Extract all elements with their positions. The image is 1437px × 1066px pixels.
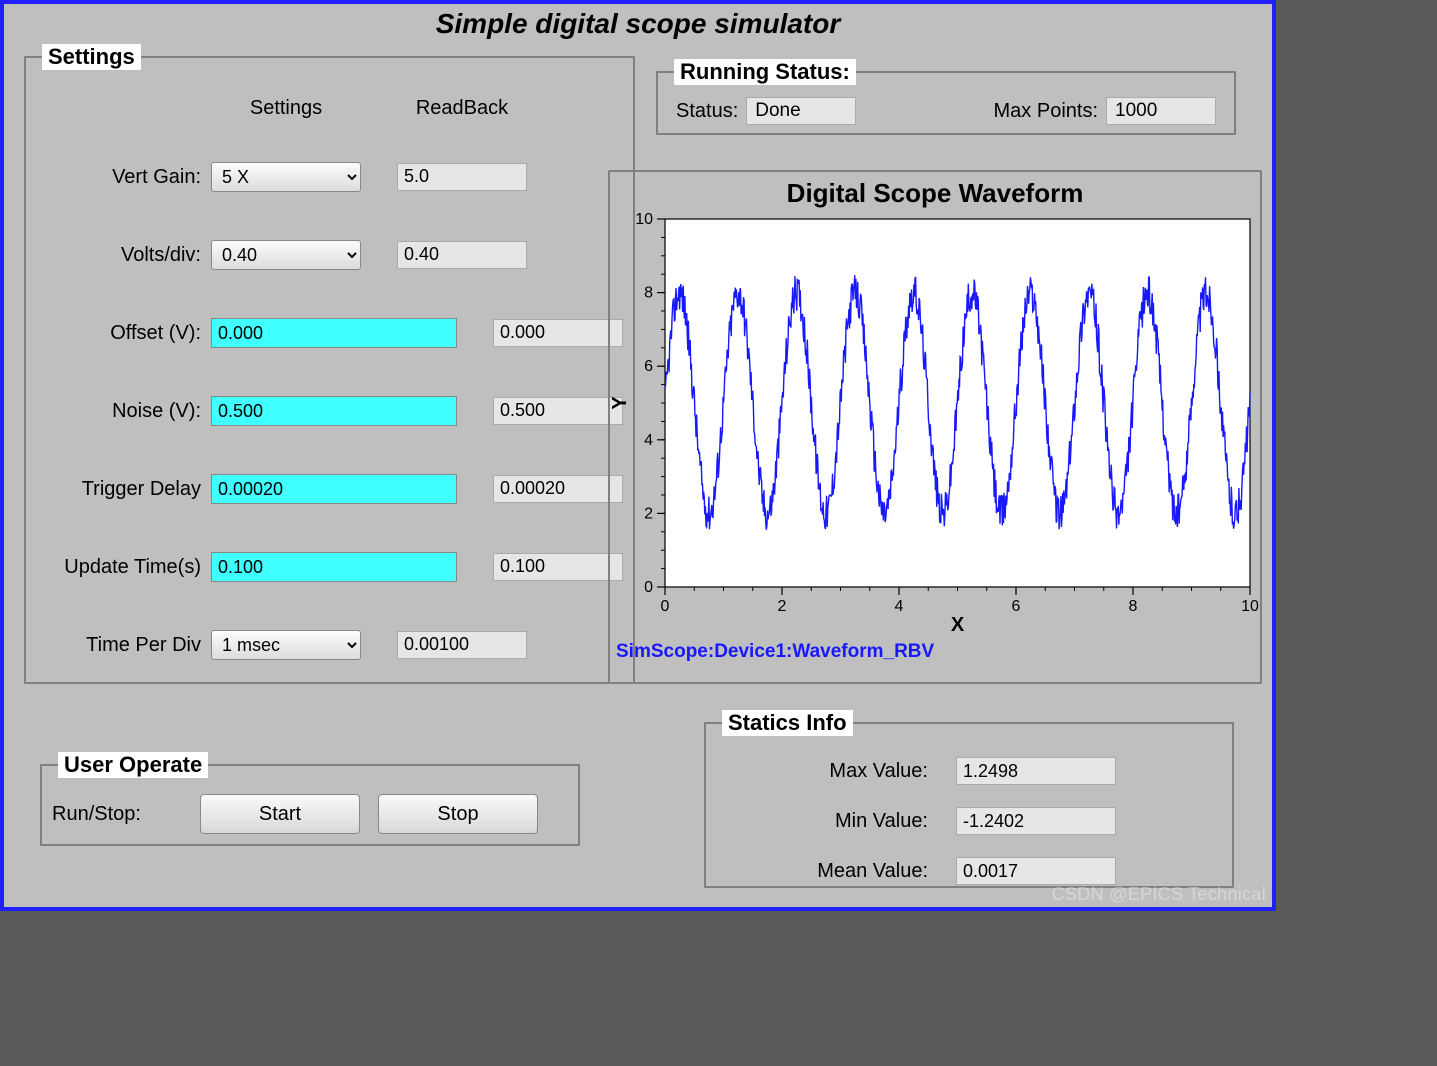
svg-text:X: X	[951, 614, 965, 636]
setting-label: Update Time(s)	[36, 556, 211, 579]
settings-legend: Settings	[42, 44, 141, 70]
stats-group: Statics Info Max Value:1.2498Min Value:-…	[704, 710, 1234, 888]
waveform-pv: SimScope:Device1:Waveform_RBV	[610, 639, 1260, 667]
settings-row: Update Time(s) 0.100	[36, 528, 623, 606]
waveform-svg: 0 2 4 6 8 10 0 2 4 6 8 10 X Y	[610, 209, 1260, 639]
stats-legend: Statics Info	[722, 710, 853, 736]
running-status-legend: Running Status:	[674, 59, 856, 85]
stats-row: Min Value:-1.2402	[716, 796, 1222, 846]
user-operate-legend: User Operate	[58, 752, 208, 778]
svg-text:10: 10	[1241, 598, 1259, 615]
stats-value: 0.0017	[956, 857, 1116, 885]
svg-text:8: 8	[644, 285, 653, 302]
runstop-label: Run/Stop:	[52, 803, 182, 826]
settings-row: Noise (V): 0.500	[36, 372, 623, 450]
svg-text:Y: Y	[610, 396, 631, 410]
stop-button[interactable]: Stop	[378, 794, 538, 834]
stats-label: Mean Value:	[716, 860, 956, 883]
stats-label: Min Value:	[716, 810, 956, 833]
user-operate-group: User Operate Run/Stop: Start Stop	[40, 752, 580, 846]
setting-input[interactable]	[211, 552, 457, 582]
status-value: Done	[746, 97, 856, 125]
setting-label: Offset (V):	[36, 322, 211, 345]
setting-readback: 0.40	[397, 241, 527, 269]
page-title: Simple digital scope simulator	[4, 4, 1272, 48]
settings-row: Offset (V): 0.000	[36, 294, 623, 372]
setting-readback: 0.000	[493, 319, 623, 347]
stats-value: 1.2498	[956, 757, 1116, 785]
setting-readback: 0.00100	[397, 631, 527, 659]
svg-text:0: 0	[644, 579, 653, 596]
stats-rows: Max Value:1.2498Min Value:-1.2402Mean Va…	[716, 746, 1222, 896]
operate-row: Run/Stop: Start Stop	[52, 788, 568, 834]
settings-group: Settings Settings ReadBack Vert Gain:5 X…	[24, 44, 635, 684]
status-label: Status:	[676, 100, 738, 123]
running-status-group: Running Status: Status: Done Max Points:…	[656, 59, 1236, 135]
stats-label: Max Value:	[716, 760, 956, 783]
stats-value: -1.2402	[956, 807, 1116, 835]
svg-text:8: 8	[1129, 598, 1138, 615]
start-button[interactable]: Start	[200, 794, 360, 834]
svg-text:4: 4	[644, 432, 653, 449]
maxpoints-label: Max Points:	[994, 100, 1098, 123]
settings-row: Vert Gain:5 X 5.0	[36, 138, 623, 216]
settings-row: Trigger Delay 0.00020	[36, 450, 623, 528]
setting-input[interactable]	[211, 396, 457, 426]
setting-label: Vert Gain:	[36, 166, 211, 189]
settings-rows: Vert Gain:5 X5.0Volts/div:0.400.40Offset…	[36, 138, 623, 684]
settings-row: Time Per Div1 msec 0.00100	[36, 606, 623, 684]
svg-text:6: 6	[644, 358, 653, 375]
settings-header-row: Settings ReadBack	[36, 84, 623, 132]
setting-readback: 5.0	[397, 163, 527, 191]
settings-col-settings: Settings	[211, 97, 361, 120]
setting-label: Time Per Div	[36, 634, 211, 657]
setting-input[interactable]	[211, 318, 457, 348]
setting-select[interactable]: 0.40	[211, 240, 361, 270]
svg-text:6: 6	[1012, 598, 1021, 615]
svg-text:4: 4	[895, 598, 904, 615]
setting-readback: 0.500	[493, 397, 623, 425]
status-row: Status: Done Max Points: 1000	[668, 95, 1224, 125]
setting-select[interactable]: 1 msec	[211, 630, 361, 660]
setting-label: Volts/div:	[36, 244, 211, 267]
setting-input[interactable]	[211, 474, 457, 504]
setting-label: Trigger Delay	[36, 478, 211, 501]
svg-text:0: 0	[661, 598, 670, 615]
settings-row: Volts/div:0.400.40	[36, 216, 623, 294]
waveform-title: Digital Scope Waveform	[610, 172, 1260, 209]
settings-col-readback: ReadBack	[397, 97, 527, 120]
stats-row: Mean Value:0.0017	[716, 846, 1222, 896]
stats-row: Max Value:1.2498	[716, 746, 1222, 796]
svg-text:10: 10	[635, 211, 653, 228]
svg-text:2: 2	[644, 505, 653, 522]
waveform-group: Digital Scope Waveform 02468100246810XY …	[608, 170, 1262, 684]
maxpoints-value: 1000	[1106, 97, 1216, 125]
app-window: Simple digital scope simulator Settings …	[0, 0, 1276, 911]
setting-readback: 0.00020	[493, 475, 623, 503]
waveform-plot[interactable]: 0 2 4 6 8 10 0 2 4 6 8 10 X Y	[610, 209, 1260, 639]
setting-label: Noise (V):	[36, 400, 211, 423]
svg-text:2: 2	[778, 598, 787, 615]
setting-select[interactable]: 5 X	[211, 162, 361, 192]
setting-readback: 0.100	[493, 553, 623, 581]
